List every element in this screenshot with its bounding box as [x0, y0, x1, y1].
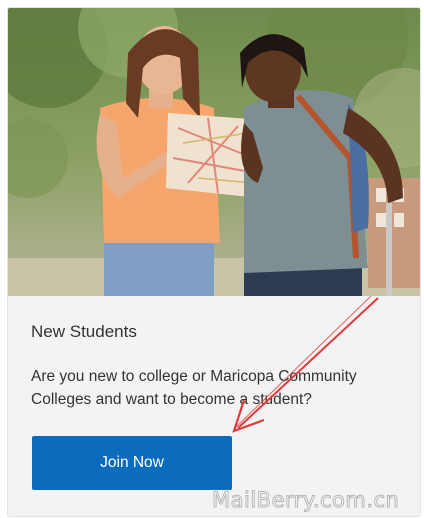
- watermark-text: MailBerry.com.cn: [211, 488, 400, 513]
- join-now-button[interactable]: Join Now: [32, 436, 232, 490]
- student-card: New Students Are you new to college or M…: [7, 7, 421, 517]
- card-title: New Students: [31, 322, 137, 341]
- students-photo: [8, 8, 420, 296]
- card-description: Are you new to college or Maricopa Commu…: [31, 368, 357, 408]
